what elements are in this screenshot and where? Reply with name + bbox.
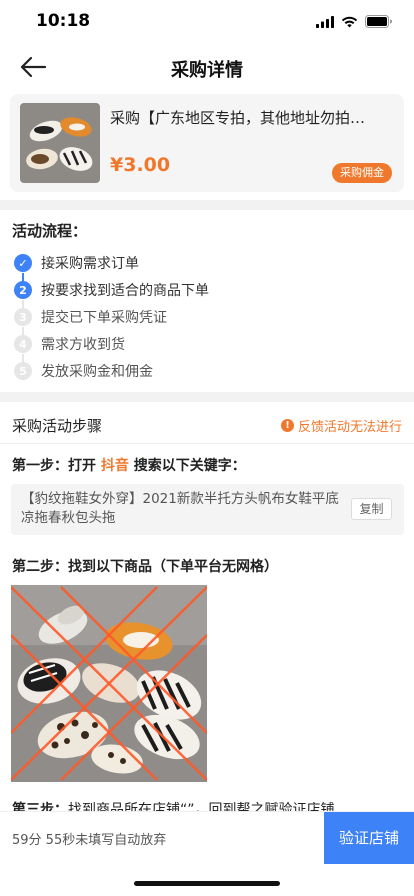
flow-step-label: 按要求找到适合的商品下单	[41, 283, 209, 299]
flow-step-1: ✓ 接采购需求订单	[14, 253, 139, 273]
steps-section-header: 采购活动步骤 ! 反馈活动无法进行	[0, 404, 414, 444]
product-price: ¥3.00	[110, 154, 171, 176]
report-issue-link[interactable]: ! 反馈活动无法进行	[280, 416, 402, 435]
bottom-action-bar: 59分 55秒未填写自动放弃 验证店铺	[0, 811, 414, 866]
flow-step-3: 3 提交已下单采购凭证	[14, 307, 167, 327]
goods-image[interactable]	[11, 585, 207, 782]
status-bar: 10:18	[0, 0, 414, 44]
flow-step-2: 2 按要求找到适合的商品下单	[14, 280, 209, 300]
step-1-app-name: 抖音	[100, 458, 129, 474]
countdown-text: 59分 55秒未填写自动放弃	[12, 833, 167, 848]
nav-bar: 采购详情	[0, 44, 414, 90]
wifi-icon	[341, 16, 358, 27]
check-icon: ✓	[14, 254, 32, 272]
flow-title: 活动流程：	[12, 222, 88, 240]
flow-step-5: 5 发放采购金和佣金	[14, 361, 153, 381]
product-title: 采购【广东地区专拍，其他地址勿拍…	[110, 109, 366, 127]
section-title: 采购活动步骤	[12, 417, 103, 435]
warning-icon: !	[280, 419, 294, 432]
verify-shop-button[interactable]: 验证店铺	[324, 812, 414, 864]
page-title: 采购详情	[171, 60, 243, 81]
report-issue-label: 反馈活动无法进行	[297, 420, 402, 435]
step-1-suffix: 搜索以下关键字：	[133, 458, 246, 474]
home-indicator	[134, 881, 280, 886]
step-1-text: 第一步：打开 抖音 搜索以下关键字：	[12, 455, 246, 475]
flow-step-label: 发放采购金和佣金	[41, 364, 153, 380]
section-divider	[0, 200, 414, 210]
search-keyword: 【豹纹拖鞋女外穿】2021新款半托方头帆布女鞋平底凉拖春秋包头拖	[21, 491, 339, 526]
product-card[interactable]: 采购【广东地区专拍，其他地址勿拍… ¥3.00 采购佣金	[10, 94, 404, 192]
battery-icon	[365, 15, 392, 28]
step-number-icon: 2	[14, 281, 32, 299]
signal-icon	[316, 15, 334, 28]
step-2-text: 第二步：找到以下商品（下单平台无网格）	[12, 559, 278, 575]
step-1-prefix: 第一步：打开	[12, 458, 96, 474]
flow-step-label: 接采购需求订单	[41, 256, 139, 272]
keyword-box: 【豹纹拖鞋女外穿】2021新款半托方头帆布女鞋平底凉拖春秋包头拖 复制	[11, 484, 404, 535]
step-number-icon: 5	[14, 362, 32, 380]
flow-step-label: 提交已下单采购凭证	[41, 310, 167, 326]
flow-step-label: 需求方收到货	[41, 337, 125, 353]
commission-badge: 采购佣金	[332, 163, 392, 183]
status-icons	[316, 15, 392, 28]
section-divider	[0, 392, 414, 402]
copy-button[interactable]: 复制	[351, 498, 392, 520]
step-number-icon: 3	[14, 308, 32, 326]
flow-step-4: 4 需求方收到货	[14, 334, 125, 354]
product-thumbnail	[20, 103, 100, 183]
status-time: 10:18	[36, 11, 91, 31]
step-number-icon: 4	[14, 335, 32, 353]
